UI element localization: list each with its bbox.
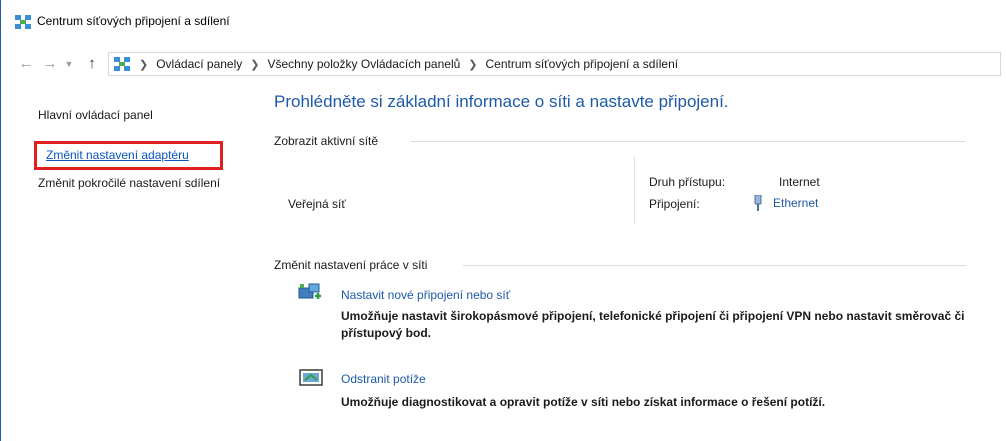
setup-connection-description: Umožňuje nastavit širokopásmové připojen…: [341, 309, 965, 340]
chevron-right-icon: ❯: [250, 58, 260, 71]
ethernet-link[interactable]: Ethernet: [751, 195, 818, 211]
troubleshoot-description: Umožňuje diagnostikovat a opravit potíže…: [341, 395, 826, 409]
sidebar-item-change-adapter[interactable]: Změnit nastavení adaptéru: [46, 148, 189, 162]
active-networks-header: Zobrazit aktivní sítě: [274, 134, 379, 148]
network-divider: [634, 156, 635, 224]
arrow-left-icon[interactable]: ←: [17, 53, 35, 75]
access-type-value: Internet: [779, 175, 820, 189]
section-divider: [410, 141, 966, 142]
arrow-right-icon[interactable]: →: [41, 53, 59, 75]
section-divider: [463, 265, 966, 266]
new-connection-icon: [298, 283, 321, 299]
breadcrumb-network-center[interactable]: Centrum síťových připojení a sdílení: [486, 57, 679, 71]
setup-connection-link[interactable]: Nastavit nové připojení nebo síť: [341, 288, 510, 302]
ethernet-icon: [754, 195, 762, 211]
network-name: Veřejná síť: [288, 197, 346, 211]
left-pane: Hlavní ovládací panel Změnit nastavení a…: [1, 78, 251, 441]
ethernet-label: Ethernet: [773, 196, 819, 210]
breadcrumb-control-panel[interactable]: Ovládací panely: [156, 57, 242, 71]
sidebar-item-advanced-sharing[interactable]: Změnit pokročilé nastavení sdílení: [38, 176, 238, 190]
arrow-up-icon[interactable]: ↑: [83, 53, 101, 75]
sidebar-item-home[interactable]: Hlavní ovládací panel: [38, 108, 153, 122]
page-title: Prohlédněte si základní informace o síti…: [274, 92, 729, 111]
window-title: Centrum síťových připojení a sdílení: [37, 14, 230, 28]
access-type-label: Druh přístupu:: [649, 175, 726, 189]
chevron-down-icon[interactable]: ▼: [61, 53, 77, 75]
chevron-right-icon: ❯: [468, 58, 478, 71]
network-sharing-center-window: Centrum síťových připojení a sdílení ← →…: [0, 0, 1006, 441]
main-pane: Prohlédněte si základní informace o síti…: [251, 78, 1006, 441]
control-panel-icon: [114, 57, 130, 71]
connections-label: Připojení:: [649, 197, 700, 211]
change-settings-header: Změnit nastavení práce v síti: [274, 258, 428, 272]
troubleshoot-link[interactable]: Odstranit potíže: [341, 372, 426, 386]
navigation-bar: ← → ▼ ↑ ❯ Ovládací panely ❯ Všechny polo…: [1, 50, 1006, 78]
title-bar[interactable]: Centrum síťových připojení a sdílení: [1, 0, 1006, 42]
network-center-icon: [15, 15, 31, 29]
breadcrumb-all-items[interactable]: Všechny položky Ovládacích panelů: [268, 57, 461, 71]
troubleshoot-icon: [299, 369, 323, 386]
address-bar[interactable]: ❯ Ovládací panely ❯ Všechny položky Ovlá…: [108, 52, 1001, 76]
chevron-right-icon: ❯: [139, 58, 149, 71]
